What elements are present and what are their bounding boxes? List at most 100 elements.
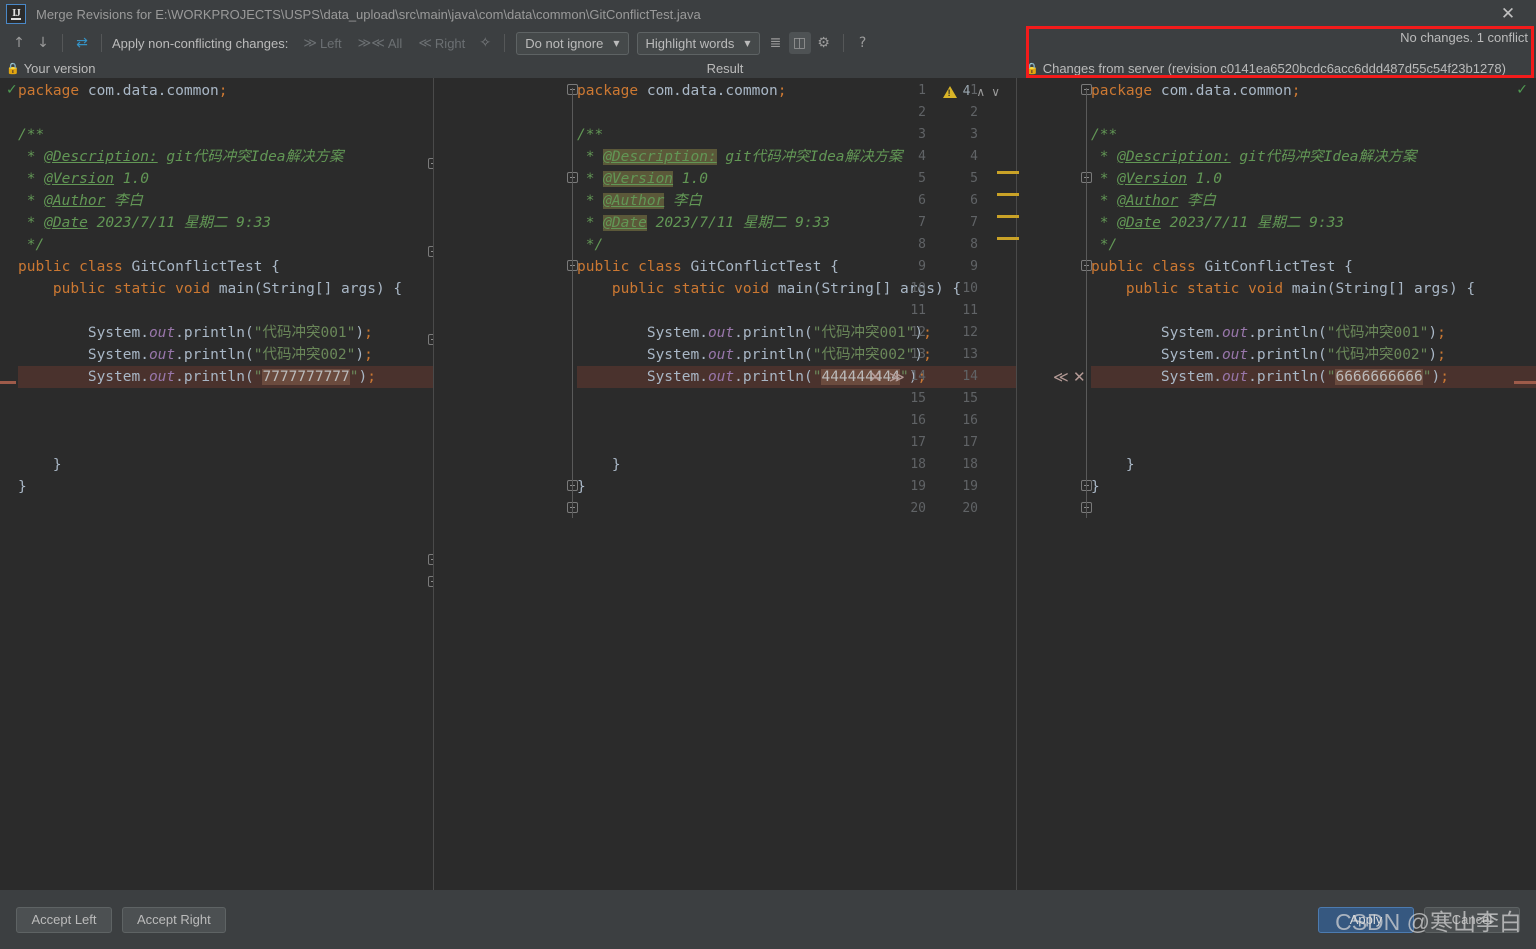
code-line[interactable]: [1091, 432, 1536, 454]
center-code-content[interactable]: package com.data.common; /** * @Descript…: [434, 78, 1016, 520]
code-line[interactable]: package com.data.common;: [18, 80, 433, 102]
code-line[interactable]: [1091, 498, 1536, 520]
apply-all-non-conflicting-icon[interactable]: ⇄: [71, 32, 93, 54]
apply-left-button[interactable]: ≫ Left: [303, 36, 341, 51]
code-line[interactable]: System.out.println("代码冲突002");: [18, 344, 433, 366]
highlight-policy-dropdown[interactable]: Highlight words ▼: [636, 31, 760, 55]
next-difference-icon[interactable]: ↓: [32, 32, 54, 54]
code-line[interactable]: }: [18, 476, 433, 498]
code-line[interactable]: [577, 498, 1016, 520]
previous-warning-icon[interactable]: ∧: [976, 85, 985, 99]
code-line[interactable]: /**: [18, 124, 433, 146]
fold-connector-line: [572, 88, 573, 518]
code-line[interactable]: [1091, 410, 1536, 432]
code-line-conflict[interactable]: System.out.println("7777777777");: [18, 366, 433, 388]
code-line[interactable]: [577, 300, 1016, 322]
code-line-conflict[interactable]: System.out.println("6666666666");: [1091, 366, 1536, 388]
code-line[interactable]: * @Description: git代码冲突Idea解决方案: [18, 146, 433, 168]
previous-difference-icon[interactable]: ↑: [8, 32, 30, 54]
code-line[interactable]: public static void main(String[] args) {: [1091, 278, 1536, 300]
conflict-accept-right-icon[interactable]: ≪: [1053, 366, 1069, 388]
code-line[interactable]: * @Version 1.0: [1091, 168, 1536, 190]
code-line-conflict[interactable]: System.out.println("444444444");: [577, 366, 1016, 388]
code-line[interactable]: * @Author 李白: [577, 190, 1016, 212]
code-line[interactable]: [18, 388, 433, 410]
code-line[interactable]: }: [18, 454, 433, 476]
code-token: ;: [364, 347, 373, 363]
code-line[interactable]: * @Date 2023/7/11 星期二 9:33: [1091, 212, 1536, 234]
inspection-widget[interactable]: 4 ∧ ∨: [942, 84, 1000, 99]
code-line[interactable]: [1091, 300, 1536, 322]
gear-icon[interactable]: ⚙: [813, 32, 835, 54]
code-line[interactable]: [577, 388, 1016, 410]
code-token: git代码冲突Idea解决方案: [157, 149, 344, 165]
conflict-accept-left-icon[interactable]: ≫: [889, 366, 905, 388]
conflict-revert-right-icon[interactable]: ✕: [1073, 366, 1086, 388]
code-line[interactable]: * @Author 李白: [18, 190, 433, 212]
code-line[interactable]: * @Author 李白: [1091, 190, 1536, 212]
toggle-panes-icon[interactable]: ◫: [788, 32, 811, 54]
code-line[interactable]: * @Version 1.0: [577, 168, 1016, 190]
collapse-unchanged-icon[interactable]: ≣: [765, 32, 787, 54]
code-line[interactable]: [18, 410, 433, 432]
apply-all-button[interactable]: ≫≪ All: [358, 36, 403, 51]
conflict-revert-left-icon[interactable]: ✕: [869, 366, 882, 388]
code-line[interactable]: */: [1091, 234, 1536, 256]
accept-right-button[interactable]: Accept Right: [122, 906, 226, 933]
help-icon[interactable]: ?: [852, 32, 874, 54]
right-editor-pane[interactable]: package com.data.common; /** * @Descript…: [1017, 78, 1536, 890]
code-line[interactable]: [18, 300, 433, 322]
left-code-content[interactable]: package com.data.common; /** * @Descript…: [0, 78, 433, 520]
code-line[interactable]: */: [577, 234, 1016, 256]
code-line[interactable]: }: [1091, 476, 1536, 498]
code-line[interactable]: * @Description: git代码冲突Idea解决方案: [577, 146, 1016, 168]
right-code-content[interactable]: package com.data.common; /** * @Descript…: [1017, 78, 1536, 520]
code-token: ): [358, 369, 368, 385]
code-line[interactable]: /**: [1091, 124, 1536, 146]
code-token: .println(: [1248, 325, 1327, 341]
accept-left-button[interactable]: Accept Left: [16, 906, 112, 933]
left-pane-title: Your version: [23, 60, 96, 76]
left-editor-pane[interactable]: ✓ package com.data.common; /** * @Descri…: [0, 78, 433, 890]
code-line[interactable]: package com.data.common;: [1091, 80, 1536, 102]
cancel-button[interactable]: Cancel: [1424, 906, 1520, 933]
apply-right-button[interactable]: ≪ Right: [418, 36, 465, 51]
code-line[interactable]: System.out.println("代码冲突002");: [1091, 344, 1536, 366]
code-line[interactable]: * @Date 2023/7/11 星期二 9:33: [577, 212, 1016, 234]
code-line[interactable]: * @Description: git代码冲突Idea解决方案: [1091, 146, 1536, 168]
code-line[interactable]: public static void main(String[] args) {: [577, 278, 1016, 300]
code-line[interactable]: * @Version 1.0: [18, 168, 433, 190]
code-line[interactable]: [577, 102, 1016, 124]
code-token: out: [148, 369, 176, 385]
code-line[interactable]: System.out.println("代码冲突001");: [18, 322, 433, 344]
code-line[interactable]: */: [18, 234, 433, 256]
code-line[interactable]: public class GitConflictTest {: [577, 256, 1016, 278]
code-token: GitConflictTest: [1204, 259, 1336, 275]
magic-resolve-icon[interactable]: ✧: [474, 32, 496, 54]
code-line[interactable]: }: [577, 476, 1016, 498]
close-icon[interactable]: ✕: [1490, 0, 1526, 28]
code-line[interactable]: System.out.println("代码冲突002");: [577, 344, 1016, 366]
code-line[interactable]: }: [577, 454, 1016, 476]
code-line[interactable]: [577, 410, 1016, 432]
code-line[interactable]: /**: [577, 124, 1016, 146]
code-line[interactable]: [18, 102, 433, 124]
code-line[interactable]: [577, 432, 1016, 454]
code-line[interactable]: public static void main(String[] args) {: [18, 278, 433, 300]
code-line[interactable]: [1091, 102, 1536, 124]
next-warning-icon[interactable]: ∨: [991, 85, 1000, 99]
code-line[interactable]: System.out.println("代码冲突001");: [1091, 322, 1536, 344]
code-line[interactable]: [18, 432, 433, 454]
code-line[interactable]: [18, 498, 433, 520]
code-line[interactable]: System.out.println("代码冲突001");: [577, 322, 1016, 344]
code-line[interactable]: }: [1091, 454, 1536, 476]
code-token: *: [18, 193, 45, 209]
code-line[interactable]: public class GitConflictTest {: [18, 256, 433, 278]
code-line[interactable]: [1091, 388, 1536, 410]
apply-button[interactable]: Apply: [1318, 906, 1414, 933]
code-line[interactable]: * @Date 2023/7/11 星期二 9:33: [18, 212, 433, 234]
code-line[interactable]: public class GitConflictTest {: [1091, 256, 1536, 278]
ignore-policy-dropdown[interactable]: Do not ignore ▼: [516, 31, 629, 55]
center-result-editor-pane[interactable]: 4 ∧ ∨ package com.data.common; /** * @De…: [433, 78, 1017, 890]
code-token: @Version: [1117, 171, 1188, 187]
